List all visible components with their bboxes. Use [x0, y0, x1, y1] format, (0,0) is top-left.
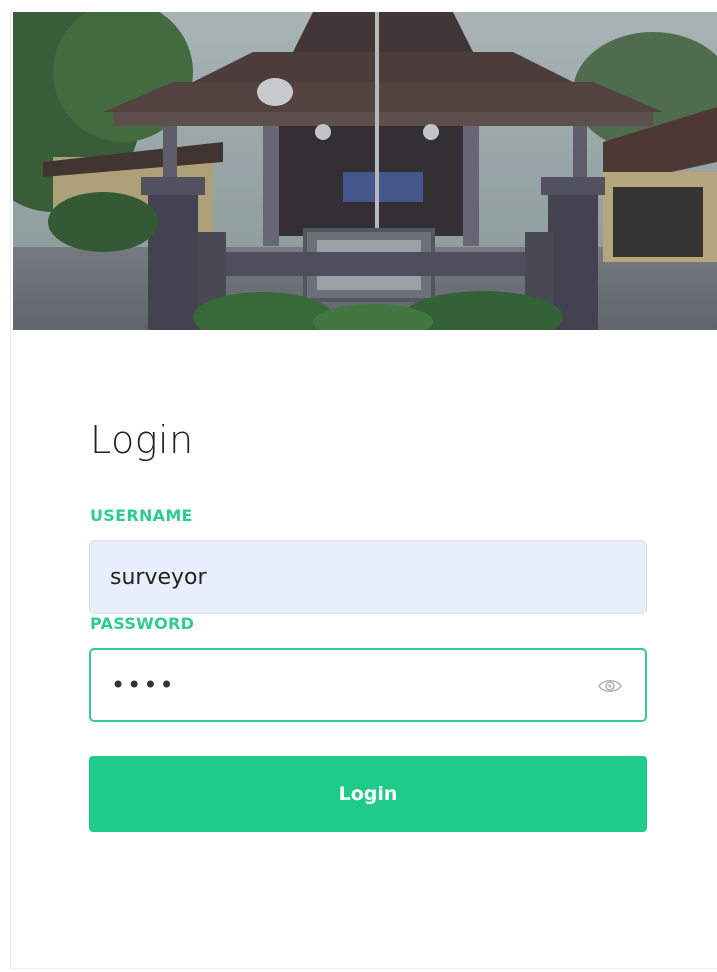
login-page: Login USERNAME PASSWORD Login [0, 0, 717, 972]
hero-image [13, 12, 717, 330]
eye-icon[interactable] [597, 674, 623, 698]
login-button[interactable]: Login [89, 756, 647, 832]
page-title: Login [90, 418, 194, 462]
password-label: PASSWORD [90, 614, 195, 633]
username-input[interactable] [110, 541, 590, 613]
password-field[interactable] [89, 648, 647, 722]
username-field[interactable] [89, 540, 647, 614]
username-label: USERNAME [90, 506, 193, 525]
password-input[interactable] [111, 650, 591, 720]
